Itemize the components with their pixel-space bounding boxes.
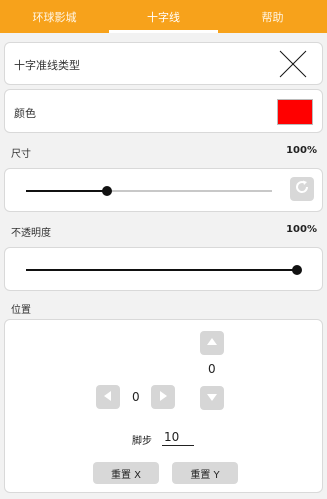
opacity-slider-knob[interactable] bbox=[292, 265, 302, 275]
y-value: 0 bbox=[208, 362, 216, 376]
move-down-button[interactable] bbox=[200, 386, 224, 410]
size-slider-card bbox=[4, 168, 323, 212]
opacity-label: 不透明度 bbox=[11, 228, 51, 239]
tab-help[interactable]: 帮助 bbox=[218, 0, 327, 33]
color-swatch[interactable] bbox=[277, 99, 313, 125]
step-input[interactable] bbox=[162, 428, 194, 446]
position-label: 位置 bbox=[11, 305, 31, 316]
opacity-slider-fill bbox=[26, 269, 297, 271]
position-card: 0 0 脚步 重置 X 重置 Y bbox=[4, 319, 323, 493]
opacity-slider-card bbox=[4, 247, 323, 291]
arrow-up-icon bbox=[205, 334, 219, 353]
move-left-button[interactable] bbox=[96, 385, 120, 409]
tab-label: 帮助 bbox=[261, 10, 284, 24]
size-slider[interactable] bbox=[26, 186, 272, 196]
tab-universal-studios[interactable]: 环球影城 bbox=[0, 0, 109, 33]
reset-y-button[interactable]: 重置 Y bbox=[172, 462, 238, 484]
size-slider-knob[interactable] bbox=[102, 186, 113, 196]
move-up-button[interactable] bbox=[200, 331, 224, 355]
size-value: 100% bbox=[286, 145, 317, 156]
color-label: 颜色 bbox=[14, 107, 36, 120]
tab-label: 环球影城 bbox=[32, 10, 77, 24]
reset-x-label: 重置 X bbox=[110, 469, 142, 481]
x-value: 0 bbox=[132, 390, 140, 404]
reset-x-button[interactable]: 重置 X bbox=[93, 462, 159, 484]
reset-y-label: 重置 Y bbox=[190, 469, 220, 481]
crosshair-type-row[interactable]: 十字准线类型 bbox=[4, 42, 323, 85]
crosshair-x-icon[interactable] bbox=[278, 49, 308, 79]
tab-bar: 环球影城 十字线 帮助 bbox=[0, 0, 327, 33]
crosshair-type-label: 十字准线类型 bbox=[14, 59, 80, 72]
tab-crosshair[interactable]: 十字线 bbox=[109, 0, 218, 33]
move-right-button[interactable] bbox=[151, 385, 175, 409]
arrow-right-icon bbox=[156, 388, 170, 407]
color-row: 颜色 bbox=[4, 89, 323, 133]
size-slider-fill bbox=[26, 190, 108, 192]
arrow-down-icon bbox=[205, 389, 219, 408]
opacity-value: 100% bbox=[286, 224, 317, 235]
refresh-icon bbox=[294, 179, 310, 199]
tab-label: 十字线 bbox=[147, 10, 180, 24]
opacity-slider[interactable] bbox=[26, 265, 302, 275]
arrow-left-icon bbox=[101, 388, 115, 407]
size-label: 尺寸 bbox=[11, 149, 31, 160]
step-label: 脚步 bbox=[132, 436, 152, 447]
size-reset-button[interactable] bbox=[290, 177, 314, 201]
